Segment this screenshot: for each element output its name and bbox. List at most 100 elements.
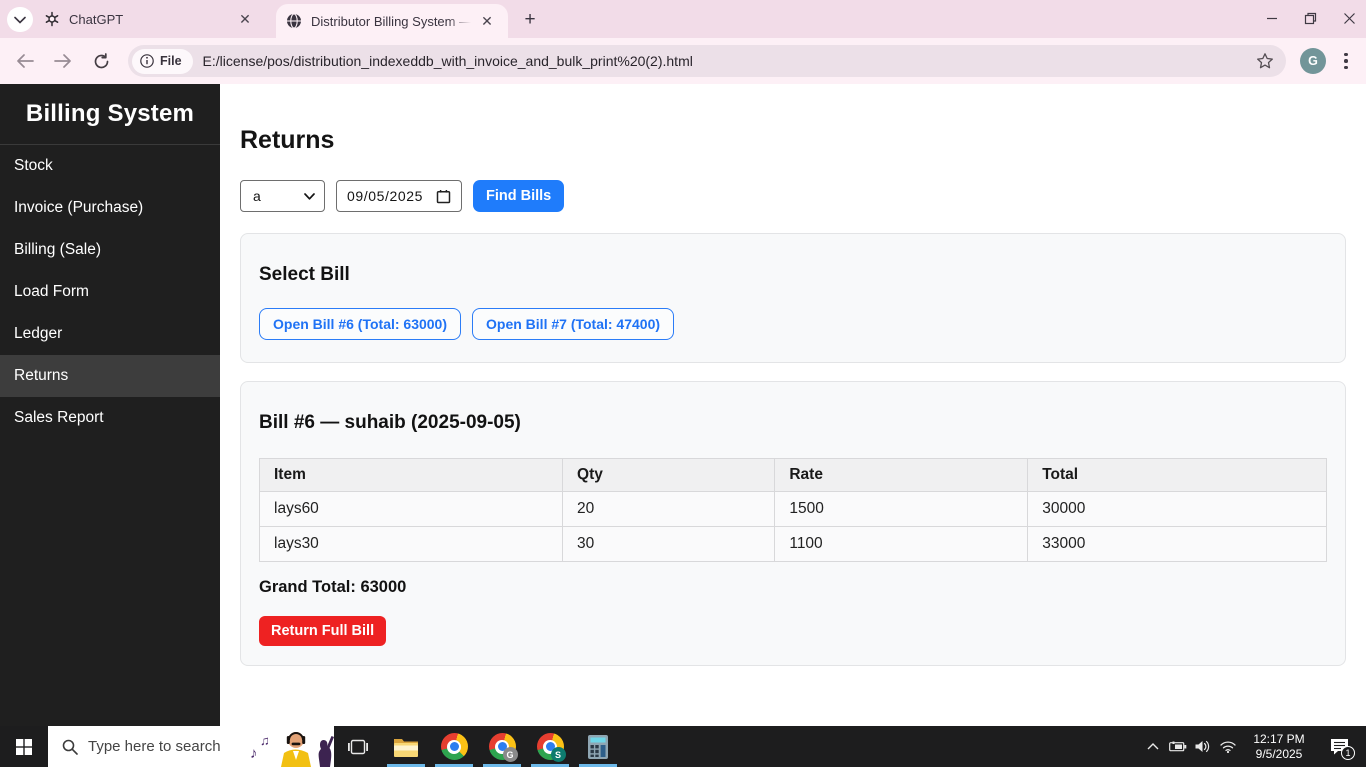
chevron-down-icon (14, 16, 26, 24)
sidebar-item-stock[interactable]: Stock (0, 145, 220, 187)
task-view-icon (348, 739, 368, 754)
select-bill-title: Select Bill (259, 264, 350, 285)
sidebar-item-billing-sale[interactable]: Billing (Sale) (0, 229, 220, 271)
chrome-button[interactable] (430, 726, 478, 767)
file-scheme-chip[interactable]: File (132, 48, 193, 74)
profile-s-badge: S (550, 747, 566, 762)
restore-icon[interactable] (1304, 12, 1317, 25)
open-bill-7-button[interactable]: Open Bill #7 (Total: 47400) (472, 308, 675, 340)
speaker-icon (1195, 740, 1210, 753)
sidebar-item-load-form[interactable]: Load Form (0, 271, 220, 313)
calculator-button[interactable] (574, 726, 622, 767)
cell-qty: 30 (562, 526, 776, 562)
page-title: Returns (240, 126, 335, 154)
chatgpt-icon (45, 11, 59, 27)
url-text: E:/license/pos/distribution_indexeddb_wi… (202, 53, 693, 69)
find-bills-button[interactable]: Find Bills (473, 180, 565, 212)
main-panel: Returns a 09/05/2025 Find Bills Select B… (220, 84, 1366, 726)
forward-arrow-icon (54, 54, 71, 68)
profile-avatar[interactable]: G (1300, 48, 1326, 74)
sidebar-item-invoice-purchase[interactable]: Invoice (Purchase) (0, 187, 220, 229)
table-header-row: Item Qty Rate Total (258, 458, 1327, 492)
reload-button[interactable] (84, 44, 118, 78)
col-header-total: Total (1027, 458, 1327, 492)
select-bill-card: Select Bill Open Bill #6 (Total: 63000) … (240, 233, 1346, 363)
start-button[interactable] (0, 726, 48, 767)
wifi-icon (1219, 740, 1236, 753)
tab-billing-system[interactable]: Distributor Billing System — Ind ✕ (276, 4, 508, 38)
file-chip-label: File (160, 54, 182, 68)
window-controls (1266, 2, 1356, 34)
file-explorer-icon (394, 738, 418, 757)
network-status[interactable] (1215, 726, 1240, 767)
cell-rate: 1500 (774, 491, 1029, 527)
browser-menu-button[interactable] (1336, 47, 1356, 75)
tab-close-icon[interactable]: ✕ (479, 13, 495, 29)
chevron-down-icon (304, 192, 315, 200)
chrome-icon: G (488, 733, 518, 762)
forward-button[interactable] (46, 44, 80, 78)
table-row: lays30 30 1100 33000 (258, 526, 1327, 562)
close-icon[interactable] (1343, 12, 1356, 25)
cell-total: 30000 (1027, 491, 1327, 527)
calendar-icon (436, 189, 451, 203)
chrome-profile-s-button[interactable]: S (526, 726, 574, 767)
bill-title: Bill #6 — suhaib (2025-09-05) (259, 412, 521, 433)
table-row: lays60 20 1500 30000 (258, 491, 1327, 527)
cell-rate: 1100 (774, 526, 1029, 562)
clock-time: 12:17 PM (1253, 731, 1305, 746)
search-icon (62, 739, 78, 755)
file-explorer-button[interactable] (382, 726, 430, 767)
sidebar-item-sales-report[interactable]: Sales Report (0, 397, 220, 439)
sidebar-item-returns[interactable]: Returns (0, 355, 220, 397)
system-tray: 12:17 PM 9/5/2025 1 (1140, 726, 1366, 767)
music-performer-illustration-icon: ♪ ♫ (250, 732, 334, 767)
customer-select[interactable]: a (240, 180, 325, 212)
search-input[interactable] (88, 738, 238, 755)
reload-icon (94, 52, 108, 68)
col-header-qty: Qty (562, 458, 776, 492)
open-bill-6-button[interactable]: Open Bill #6 (Total: 63000) (259, 308, 462, 340)
new-tab-button[interactable]: + (518, 8, 542, 32)
svg-text:♪: ♪ (250, 745, 258, 762)
tab-close-icon[interactable]: ✕ (237, 11, 253, 27)
info-icon (140, 54, 154, 68)
cell-item: lays30 (258, 526, 564, 562)
volume-control[interactable] (1190, 726, 1215, 767)
globe-icon (287, 13, 301, 29)
calculator-icon (588, 734, 608, 759)
cell-qty: 20 (562, 491, 776, 527)
action-center-button[interactable]: 1 (1318, 726, 1360, 767)
customer-select-value: a (253, 188, 261, 204)
app-title: Billing System (0, 84, 220, 145)
search-highlight-illustration[interactable]: ♪ ♫ (250, 726, 334, 767)
tray-expand-button[interactable] (1140, 726, 1165, 767)
bill-detail-card: Bill #6 — suhaib (2025-09-05) Item Qty R… (240, 381, 1346, 666)
address-bar[interactable]: File E:/license/pos/distribution_indexed… (128, 45, 1286, 77)
date-input[interactable]: 09/05/2025 (336, 180, 462, 212)
tab-strip: ChatGPT ✕ Distributor Billing System — I… (0, 0, 1366, 38)
back-arrow-icon (17, 54, 34, 68)
sidebar-item-ledger[interactable]: Ledger (0, 313, 220, 355)
chrome-icon: S (536, 733, 566, 762)
tab-search-button[interactable] (7, 7, 33, 32)
battery-icon (1168, 741, 1186, 752)
notification-count-badge: 1 (1341, 746, 1355, 760)
battery-status[interactable] (1165, 726, 1190, 767)
taskbar-search-box[interactable]: ♪ ♫ (48, 726, 334, 767)
return-full-bill-button[interactable]: Return Full Bill (259, 616, 387, 646)
col-header-rate: Rate (774, 458, 1029, 492)
chrome-profile-g-button[interactable]: G (478, 726, 526, 767)
star-icon (1257, 53, 1273, 69)
bookmark-button[interactable] (1256, 52, 1274, 70)
tab-chatgpt[interactable]: ChatGPT ✕ (34, 4, 268, 34)
col-header-item: Item (258, 458, 564, 492)
taskbar-clock[interactable]: 12:17 PM 9/5/2025 (1246, 732, 1312, 762)
back-button[interactable] (8, 44, 42, 78)
taskbar: ♪ ♫ (0, 726, 1366, 767)
clock-date: 9/5/2025 (1255, 746, 1303, 761)
task-view-button[interactable] (334, 726, 382, 767)
minimize-icon[interactable] (1266, 12, 1278, 24)
windows-logo-icon (16, 738, 32, 755)
browser-toolbar: File E:/license/pos/distribution_indexed… (0, 38, 1366, 84)
